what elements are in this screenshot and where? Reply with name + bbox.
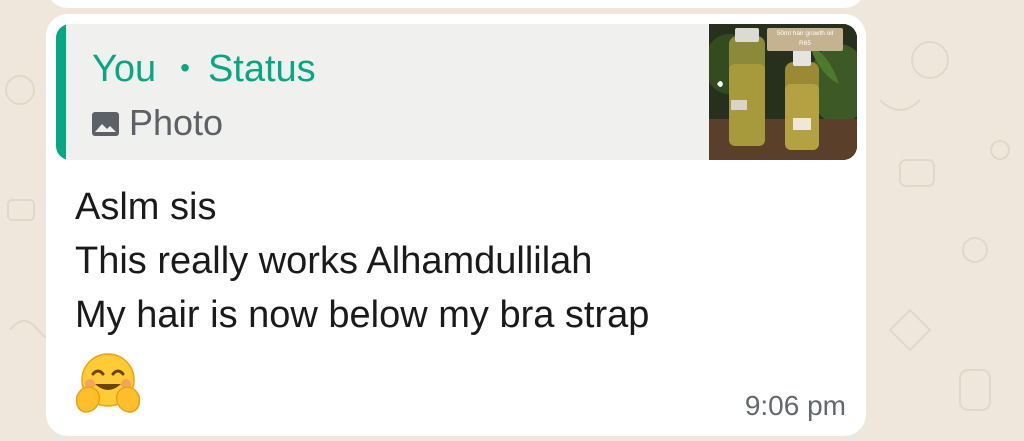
- hugging-face-emoji: [75, 353, 141, 413]
- quote-status-label: Status: [207, 48, 316, 90]
- quote-header: You • Status: [92, 46, 316, 91]
- quote-accent-bar: [56, 24, 66, 160]
- thumbnail-caption-line-2: R65: [799, 40, 811, 47]
- thumbnail-caption-line-1: 50ml hair growth oil: [776, 30, 834, 37]
- thumbnail-caption: 50ml hair growth oil R65: [767, 28, 843, 51]
- quote-author: You: [92, 48, 157, 90]
- message-bubble[interactable]: You • Status Photo 50ml hair growth oil …: [46, 14, 866, 436]
- message-timestamp: 9:06 pm: [744, 390, 846, 421]
- message-line: This really works Alhamdullilah: [75, 240, 593, 282]
- quote-separator: •: [180, 52, 190, 83]
- message-line: My hair is now below my bra strap: [75, 294, 650, 336]
- message-line: Aslm sis: [75, 186, 217, 228]
- message-text: Aslm sis This really works Alhamdullilah…: [75, 180, 649, 342]
- quote-media-label: Photo: [129, 102, 224, 143]
- quoted-status-reply[interactable]: You • Status Photo 50ml hair growth oil …: [56, 24, 857, 160]
- status-thumbnail[interactable]: 50ml hair growth oil R65: [709, 24, 857, 160]
- quote-media-type: Photo: [92, 102, 223, 144]
- photo-icon: [92, 103, 119, 136]
- previous-message-bubble[interactable]: [46, 0, 866, 8]
